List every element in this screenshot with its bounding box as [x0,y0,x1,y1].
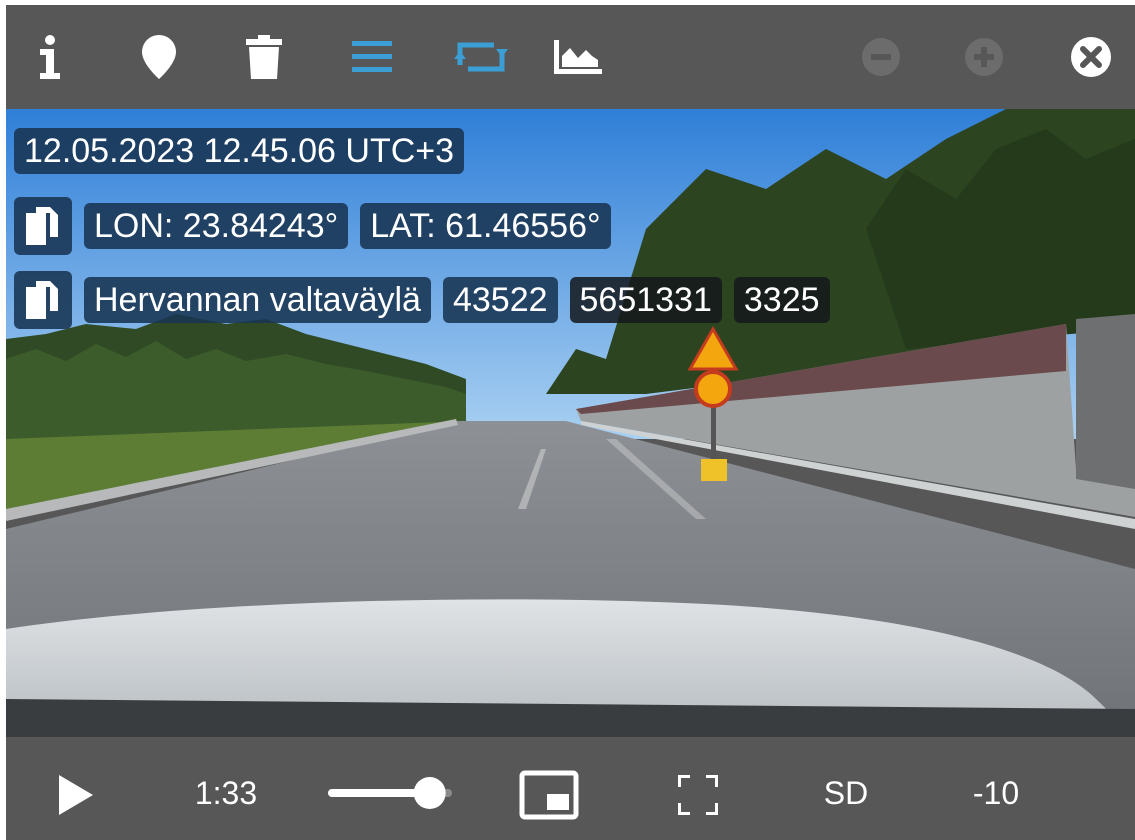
volume-handle[interactable] [413,777,446,809]
road-number-label: 43522 [442,277,558,323]
fullscreen-icon [678,775,718,815]
trash-icon [246,35,282,79]
repeat-button[interactable] [449,27,513,87]
copy-road-info-button[interactable] [14,271,72,329]
playback-controls: 1:33 SD -10 [6,737,1135,840]
top-toolbar [6,5,1135,109]
delete-button[interactable] [232,27,296,87]
copy-coordinates-button[interactable] [14,197,72,255]
menu-icon [352,41,392,72]
play-icon [59,775,93,815]
zoom-in-button[interactable] [952,27,1016,87]
copy-icon [26,207,58,245]
volume-slider[interactable] [326,773,456,813]
video-player: 12.05.2023 12.45.06 UTC+3 LON: 23.84243°… [6,5,1135,840]
fullscreen-button[interactable] [668,765,728,825]
repeat-icon [454,42,508,72]
map-marker-icon [142,35,176,79]
road-name-label: Hervannan valtaväylä [84,277,431,323]
area-chart-icon [554,40,602,74]
latitude-label: LAT: 61.46556° [360,203,611,249]
zoom-in-icon [965,38,1003,76]
timestamp-label: 12.05.2023 12.45.06 UTC+3 [14,128,465,174]
picture-in-picture-icon [519,770,579,820]
current-time: 1:33 [194,774,258,811]
skip-back-button[interactable]: -10 [956,773,1036,813]
close-button[interactable] [1059,27,1123,87]
zoom-out-button[interactable] [849,27,913,87]
play-button[interactable] [46,765,106,825]
quality-button[interactable]: SD [806,773,886,813]
info-button[interactable] [18,27,82,87]
longitude-label: LON: 23.84243° [84,203,349,249]
zoom-out-icon [862,38,900,76]
distance-label: 3325 [733,277,830,323]
timestamp-row: 12.05.2023 12.45.06 UTC+3 [14,128,465,174]
close-icon [1071,37,1111,77]
road-part-label: 5651331 [569,277,722,323]
coordinates-row: LON: 23.84243° LAT: 61.46556° [14,197,611,255]
volume-track [328,777,452,809]
copy-icon [26,281,58,319]
video-frame[interactable]: 12.05.2023 12.45.06 UTC+3 LON: 23.84243°… [6,109,1135,737]
location-button[interactable] [127,27,191,87]
chart-button[interactable] [546,27,610,87]
info-icon [40,35,60,79]
picture-in-picture-button[interactable] [514,765,584,825]
road-info-row: Hervannan valtaväylä 43522 5651331 3325 [14,271,830,329]
menu-button[interactable] [340,27,404,87]
